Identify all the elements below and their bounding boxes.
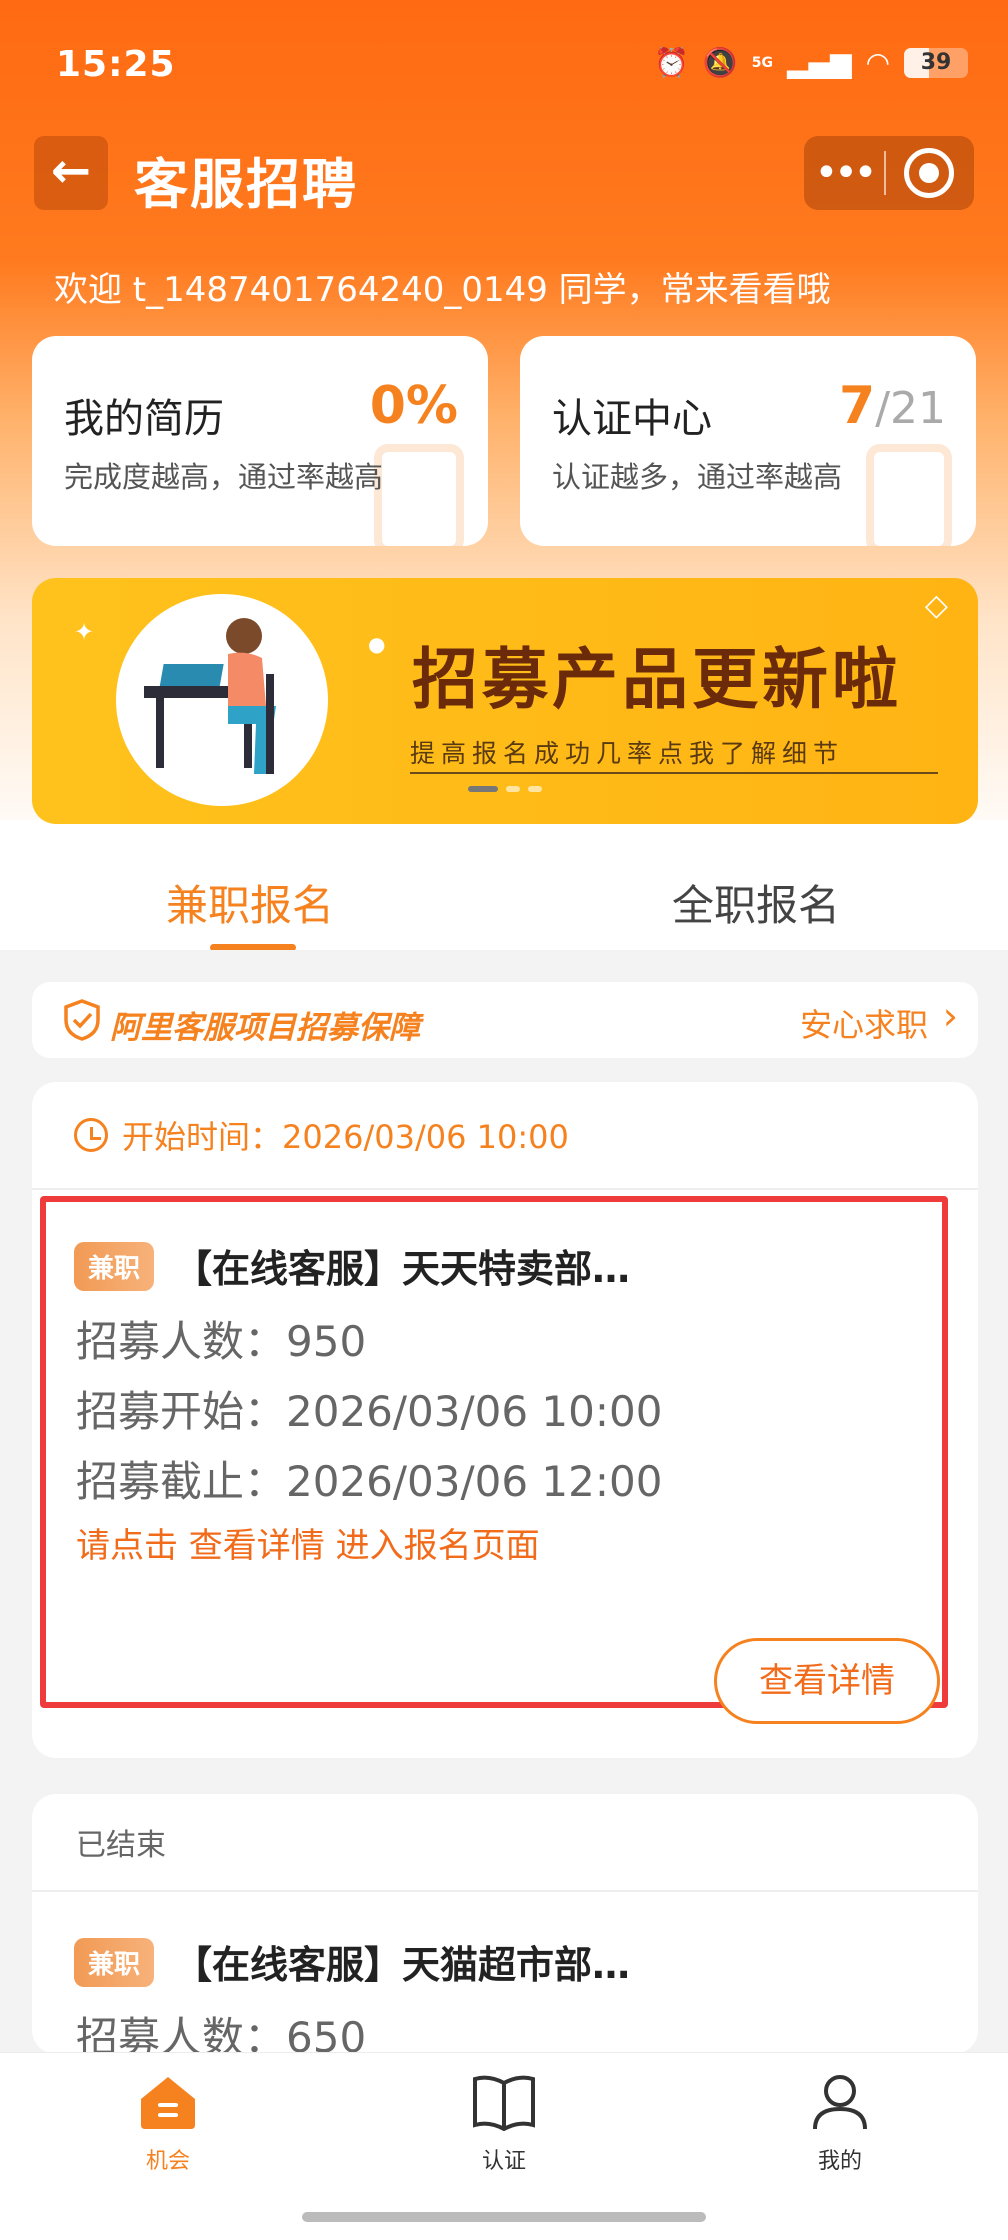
- banner-underline: [410, 772, 938, 774]
- pagination-dot: [506, 786, 520, 792]
- sparkle-icon: ●: [368, 632, 386, 656]
- close-miniapp-button[interactable]: [886, 148, 972, 198]
- job-title[interactable]: 【在线客服】天天特卖部…: [174, 1238, 630, 1293]
- home-indicator[interactable]: [302, 2212, 706, 2222]
- user-icon: [813, 2075, 867, 2130]
- wifi-icon: ◠: [865, 46, 890, 79]
- nav-certification[interactable]: 认证: [444, 2071, 564, 2175]
- pagination-dot: [528, 786, 542, 792]
- status-icons: ⏰ 🔕 5G ▂▄▆ ◠ 39: [654, 46, 968, 80]
- battery-level: 39: [920, 50, 952, 75]
- diamond-sparkle-icon: ◇: [924, 588, 948, 623]
- resume-card-title: 我的简历: [64, 396, 224, 442]
- woman-at-laptop-icon: [144, 618, 276, 774]
- chevron-right-icon: ›: [942, 994, 958, 1038]
- card-divider: [32, 1890, 978, 1892]
- certification-card-subtitle: 认证越多，通过率越高: [552, 460, 843, 494]
- recruit-start: 招募开始：2026/03/06 10:00: [76, 1387, 663, 1436]
- clipboard-watermark-icon: [866, 444, 952, 546]
- pagination-dot: [468, 786, 498, 792]
- certification-count-num: 7: [839, 376, 876, 436]
- status-time: 15:25: [56, 44, 176, 85]
- nav-opportunities[interactable]: 机会: [108, 2071, 228, 2175]
- banner-pagination: [468, 786, 542, 792]
- banner-title: 招募产品更新啦: [412, 640, 902, 718]
- job-title[interactable]: 【在线客服】天猫超市部…: [174, 1934, 630, 1989]
- nav-label: 我的: [817, 2149, 862, 2174]
- home-icon: [141, 2077, 195, 2129]
- start-time-label: 开始时间：2026/03/06 10:00: [122, 1118, 569, 1156]
- start-time-row: 开始时间：2026/03/06 10:00: [74, 1112, 569, 1158]
- alarm-clock-icon: [74, 1118, 108, 1152]
- card-divider: [32, 1188, 978, 1190]
- certification-count-total: /21: [875, 383, 946, 434]
- guarantee-bar[interactable]: 阿里客服项目招募保障 安心求职 ›: [32, 982, 978, 1058]
- arrow-left-icon: ←: [50, 143, 92, 199]
- view-details-button[interactable]: 查看详情: [714, 1638, 940, 1724]
- resume-completion: 0%: [369, 376, 458, 436]
- back-button[interactable]: ←: [34, 136, 108, 210]
- tab-full-time[interactable]: 全职报名: [672, 872, 840, 933]
- nav-label: 认证: [481, 2149, 526, 2174]
- page-title: 客服招聘: [134, 153, 358, 216]
- promo-banner[interactable]: ✦ ● 招募产品更新啦 提高报名成功几率点我了解细节 ◇: [32, 578, 978, 824]
- battery-indicator: 39: [904, 48, 968, 78]
- job-card: 已结束 兼职 【在线客服】天猫超市部… 招募人数：650: [32, 1794, 978, 2054]
- record-circle-icon: [904, 148, 954, 198]
- recruit-count: 招募人数：650: [76, 2013, 367, 2054]
- miniapp-capsule: •••: [804, 136, 974, 210]
- guarantee-action: 安心求职: [799, 1006, 928, 1044]
- job-type-tabs: 兼职报名 全职报名: [0, 862, 1008, 952]
- nav-profile[interactable]: 我的: [780, 2071, 900, 2175]
- signal-icon: ▂▄▆: [786, 46, 852, 79]
- ended-status: 已结束: [76, 1828, 166, 1863]
- nav-label: 机会: [145, 2149, 190, 2174]
- guarantee-title: 阿里客服项目招募保障: [110, 1010, 420, 1046]
- status-bar: 15:25 ⏰ 🔕 5G ▂▄▆ ◠ 39: [0, 0, 1008, 130]
- job-card: 开始时间：2026/03/06 10:00 兼职 【在线客服】天天特卖部… 招募…: [32, 1082, 978, 1758]
- document-watermark-icon: [374, 444, 464, 546]
- certification-count: 7/21: [839, 376, 946, 436]
- part-time-tag: 兼职: [74, 1242, 155, 1291]
- tab-part-time[interactable]: 兼职报名: [166, 872, 334, 933]
- banner-subtitle: 提高报名成功几率点我了解细节: [410, 739, 845, 768]
- recruit-end: 招募截止：2026/03/06 12:00: [76, 1457, 663, 1506]
- part-time-tag: 兼职: [74, 1938, 155, 1987]
- network-label: 5G: [751, 55, 773, 71]
- signup-hint: 请点击 查看详情 进入报名页面: [76, 1526, 540, 1566]
- sparkle-icon: ✦: [74, 618, 95, 646]
- more-dots-icon[interactable]: •••: [804, 153, 884, 193]
- shield-check-icon: [64, 999, 100, 1041]
- resume-card[interactable]: 我的简历 完成度越高，通过率越高 0%: [32, 336, 488, 546]
- resume-card-subtitle: 完成度越高，通过率越高: [64, 460, 384, 494]
- certification-card-title: 认证中心: [552, 396, 712, 442]
- alarm-icon: ⏰: [653, 46, 689, 79]
- mute-bell-icon: 🔕: [702, 46, 738, 79]
- recruit-count: 招募人数：950: [76, 1317, 367, 1366]
- welcome-text: 欢迎 t_1487401764240_0149 同学，常来看看哦: [54, 270, 831, 310]
- banner-illustration: [116, 594, 328, 806]
- certification-card[interactable]: 认证中心 认证越多，通过率越高 7/21: [520, 336, 976, 546]
- book-icon: [473, 2075, 535, 2132]
